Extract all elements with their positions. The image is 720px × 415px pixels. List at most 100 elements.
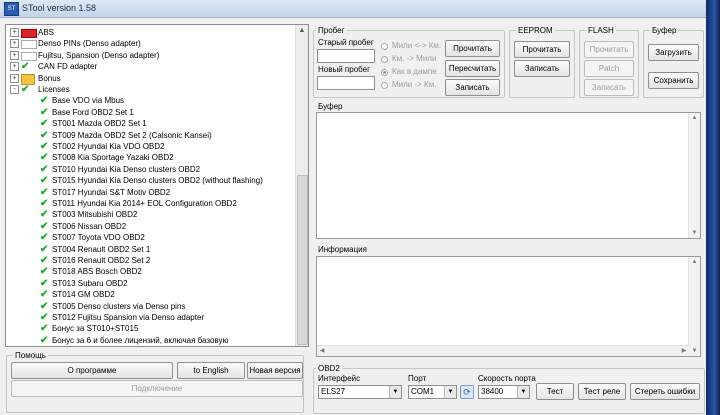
tree-leaf[interactable]: ✔ ST012 Fujitsu Spansion via Denso adapte…: [6, 312, 294, 323]
info-memo-scrollbar[interactable]: ▲ ▼: [688, 257, 700, 356]
scroll-down-icon[interactable]: ▼: [689, 228, 700, 238]
tree-leaf[interactable]: ✔ Base VDO via Mbus: [6, 95, 294, 106]
tree-leaf[interactable]: ✔ ST011 Hyundai Kia 2014+ EOL Configurati…: [6, 198, 294, 209]
abs-logo-icon: [21, 29, 37, 38]
check-icon: ✔: [40, 141, 49, 152]
tree-item-label: ST014 GM OBD2: [52, 290, 115, 300]
mileage-title: Пробег: [316, 25, 347, 36]
buffer-memo[interactable]: ▲ ▼: [316, 112, 701, 239]
check-icon: ✔: [40, 198, 49, 209]
tree-item-label: ST008 Kia Sportage Yazaki OBD2: [52, 153, 174, 163]
radio-miles-km[interactable]: [381, 43, 388, 50]
info-memo-hscrollbar[interactable]: ◀ ▶: [317, 345, 689, 356]
help-group: Помощь О программе to English Новая верс…: [6, 350, 304, 413]
erase-errors-button[interactable]: Стереть ошибки: [630, 383, 700, 400]
radio-km-miles[interactable]: [381, 56, 388, 63]
tree-node[interactable]: + Denso PINs (Denso adapter): [6, 38, 294, 50]
tree-scrollbar[interactable]: ▲: [295, 25, 308, 346]
tree-node[interactable]: - ✔ Licenses: [6, 84, 294, 95]
chevron-down-icon[interactable]: ▼: [389, 386, 401, 398]
buffer-load-button[interactable]: Загрузить: [648, 44, 699, 61]
tree-leaf[interactable]: ✔ ST013 Subaru OBD2: [6, 278, 294, 289]
scroll-down-icon[interactable]: ▼: [689, 346, 700, 356]
tree-leaf[interactable]: ✔ ST004 Renault OBD2 Set 1: [6, 244, 294, 255]
expand-icon[interactable]: +: [10, 73, 19, 83]
eeprom-title: EEPROM: [516, 25, 555, 36]
tree-leaf[interactable]: ✔ ST018 ABS Bosch OBD2: [6, 266, 294, 277]
refresh-ports-icon[interactable]: ⟳: [460, 385, 474, 399]
scroll-right-icon[interactable]: ▶: [679, 346, 689, 356]
flash-patch-button[interactable]: Patch: [584, 60, 634, 77]
old-mileage-label: Старый пробег: [318, 38, 374, 47]
tree-leaf[interactable]: ✔ ST015 Hyundai Kia Denso clusters OBD2 (…: [6, 175, 294, 186]
tree-leaf[interactable]: ✔ ST017 Hyundai S&T Motiv OBD2: [6, 187, 294, 198]
check-icon: ✔: [21, 84, 30, 95]
tree-leaf[interactable]: ✔ ST016 Renault OBD2 Set 2: [6, 255, 294, 266]
tree-item-label: ST010 Hyundai Kia Denso clusters OBD2: [52, 164, 201, 174]
tree-leaf[interactable]: ✔ ST002 Hyundai Kia VDO OBD2: [6, 141, 294, 152]
tree-leaf[interactable]: ✔ ST006 Nissan OBD2: [6, 221, 294, 232]
flash-read-button[interactable]: Прочитать: [584, 41, 634, 58]
connect-button[interactable]: Подключение: [11, 380, 303, 397]
tree-node[interactable]: + ✔ CAN FD adapter: [6, 61, 294, 72]
eeprom-read-button[interactable]: Прочитать: [514, 41, 570, 58]
check-icon: ✔: [40, 106, 49, 118]
to-english-button[interactable]: to English: [177, 362, 245, 379]
tree-item-label: ST007 Toyota VDO OBD2: [52, 233, 145, 243]
tree-item-label: ST015 Hyundai Kia Denso clusters OBD2 (w…: [52, 176, 263, 186]
buffer-memo-scrollbar[interactable]: ▲ ▼: [688, 113, 700, 238]
mileage-read-button[interactable]: Прочитать: [445, 40, 500, 57]
port-speed-select[interactable]: 38400 ▼: [478, 385, 530, 399]
scroll-left-icon[interactable]: ◀: [317, 346, 327, 356]
tree-leaf[interactable]: ✔ ST008 Kia Sportage Yazaki OBD2: [6, 152, 294, 163]
flash-write-button[interactable]: Записать: [584, 79, 634, 96]
port-label: Порт: [408, 374, 427, 383]
interface-select[interactable]: ELS27 ▼: [318, 385, 402, 399]
chevron-down-icon[interactable]: ▼: [444, 386, 456, 398]
tree-leaf[interactable]: ✔ ST007 Toyota VDO OBD2: [6, 232, 294, 243]
new-mileage-input[interactable]: [317, 76, 375, 90]
tree-item-label: ST016 Renault OBD2 Set 2: [52, 256, 151, 265]
radio-miles-to-km[interactable]: [381, 82, 388, 89]
tree-scroll-thumb[interactable]: [297, 175, 308, 345]
about-button[interactable]: О программе: [11, 362, 173, 379]
scroll-up-icon[interactable]: ▲: [689, 113, 700, 123]
tree-leaf[interactable]: ✔ ST009 Mazda OBD2 Set 2 (Calsonic Kansei…: [6, 130, 294, 141]
tree-item-label: ST011 Hyundai Kia 2014+ EOL Configuratio…: [52, 199, 237, 208]
license-tree[interactable]: + ABS + Denso PINs (Denso adapter) + Fujitsu,…: [5, 24, 309, 347]
eeprom-write-button[interactable]: Записать: [514, 60, 570, 77]
expand-icon[interactable]: +: [10, 28, 19, 37]
relay-test-button[interactable]: Тест реле: [578, 383, 626, 400]
collapse-icon[interactable]: -: [10, 85, 19, 94]
mileage-recalc-button[interactable]: Пересчитать: [445, 60, 500, 77]
tree-leaf[interactable]: ✔ ST010 Hyundai Kia Denso clusters OBD2: [6, 164, 294, 175]
test-button[interactable]: Тест: [536, 383, 574, 400]
tree-leaf[interactable]: ✔ ST014 GM OBD2: [6, 289, 294, 300]
chevron-down-icon[interactable]: ▼: [517, 386, 529, 398]
tree-leaf[interactable]: ✔ ST003 Mitsubishi OBD2: [6, 209, 294, 220]
tree-item-label: ST018 ABS Bosch OBD2: [52, 267, 142, 277]
buffer-save-button[interactable]: Сохранить: [648, 72, 699, 89]
tree-node[interactable]: + ABS: [6, 27, 294, 38]
port-select[interactable]: COM1 ▼: [408, 385, 457, 399]
scroll-up-icon[interactable]: ▲: [689, 257, 700, 267]
tree-leaf[interactable]: ✔ Base Ford OBD2 Set 1: [6, 107, 294, 118]
tree-item-label: ST012 Fujitsu Spansion via Denso adapter: [52, 313, 205, 322]
tree-node[interactable]: + Fujitsu, Spansion (Denso adapter): [6, 50, 294, 61]
check-icon: ✔: [40, 175, 49, 187]
expand-icon[interactable]: +: [10, 39, 19, 49]
tree-leaf[interactable]: ✔ Бонус за ST010+ST015: [6, 323, 294, 334]
tree-leaf[interactable]: ✔ ST005 Denso clusters via Denso pins: [6, 301, 294, 312]
mileage-write-button[interactable]: Записать: [445, 79, 500, 96]
tree-leaf[interactable]: ✔ Бонус за 6 и более лицензий, включая ба…: [6, 335, 294, 346]
tree-node[interactable]: + Bonus: [6, 73, 294, 85]
expand-icon[interactable]: +: [10, 50, 19, 60]
radio-as-dump[interactable]: [381, 69, 388, 76]
info-memo[interactable]: ▲ ▼ ◀ ▶: [316, 256, 701, 357]
expand-icon[interactable]: +: [10, 62, 19, 72]
scroll-up-icon[interactable]: ▲: [296, 25, 308, 37]
new-version-button[interactable]: Новая версия: [247, 362, 303, 379]
old-mileage-input[interactable]: [317, 49, 375, 63]
title-bar[interactable]: ST STool version 1.58: [0, 0, 706, 18]
tree-leaf[interactable]: ✔ ST001 Mazda OBD2 Set 1: [6, 118, 294, 129]
